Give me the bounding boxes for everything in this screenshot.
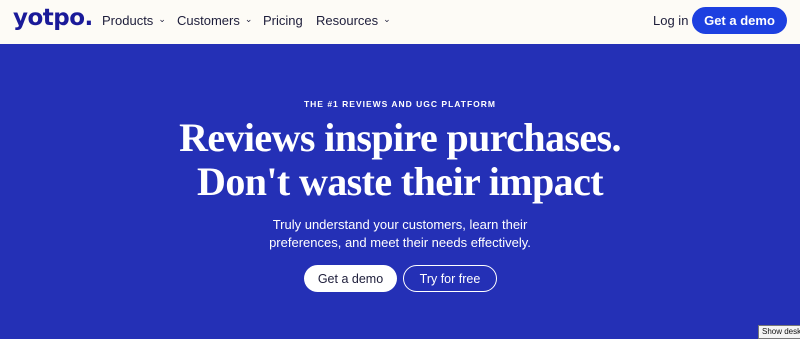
nav-item-products[interactable]: Products ⌄ bbox=[102, 13, 166, 28]
hero-get-demo-button[interactable]: Get a demo bbox=[304, 265, 397, 292]
nav-item-pricing[interactable]: Pricing bbox=[263, 13, 303, 28]
nav-item-label: Resources bbox=[316, 13, 379, 28]
hero-try-free-button[interactable]: Try for free bbox=[403, 265, 497, 292]
nav-item-customers[interactable]: Customers ⌄ bbox=[177, 13, 252, 28]
top-navigation: yotpo. Products ⌄ Customers ⌄ Pricing Re… bbox=[0, 0, 800, 44]
nav-item-label: Products bbox=[102, 13, 154, 28]
login-link[interactable]: Log in bbox=[653, 13, 688, 28]
nav-item-label: Pricing bbox=[263, 13, 303, 28]
headline-line-2: Don't waste their impact bbox=[197, 159, 604, 204]
nav-item-resources[interactable]: Resources ⌄ bbox=[316, 13, 391, 28]
hero-section: THE #1 REVIEWS AND UGC PLATFORM Reviews … bbox=[0, 44, 800, 335]
chevron-down-icon: ⌄ bbox=[244, 14, 253, 24]
yotpo-logo[interactable]: yotpo. bbox=[13, 5, 93, 31]
hero-eyebrow: THE #1 REVIEWS AND UGC PLATFORM bbox=[303, 99, 497, 109]
nav-item-label: Customers bbox=[177, 13, 240, 28]
chevron-down-icon: ⌄ bbox=[383, 14, 391, 24]
get-demo-button[interactable]: Get a demo bbox=[692, 7, 787, 34]
hero-headline: Reviews inspire purchases. Don't waste t… bbox=[0, 116, 800, 204]
headline-line-1: Reviews inspire purchases. bbox=[179, 115, 621, 160]
show-desktop-tooltip: Show desk bbox=[758, 325, 800, 339]
hero-subtext: Truly understand your customers, learn t… bbox=[269, 217, 531, 250]
chevron-down-icon: ⌄ bbox=[158, 14, 166, 24]
